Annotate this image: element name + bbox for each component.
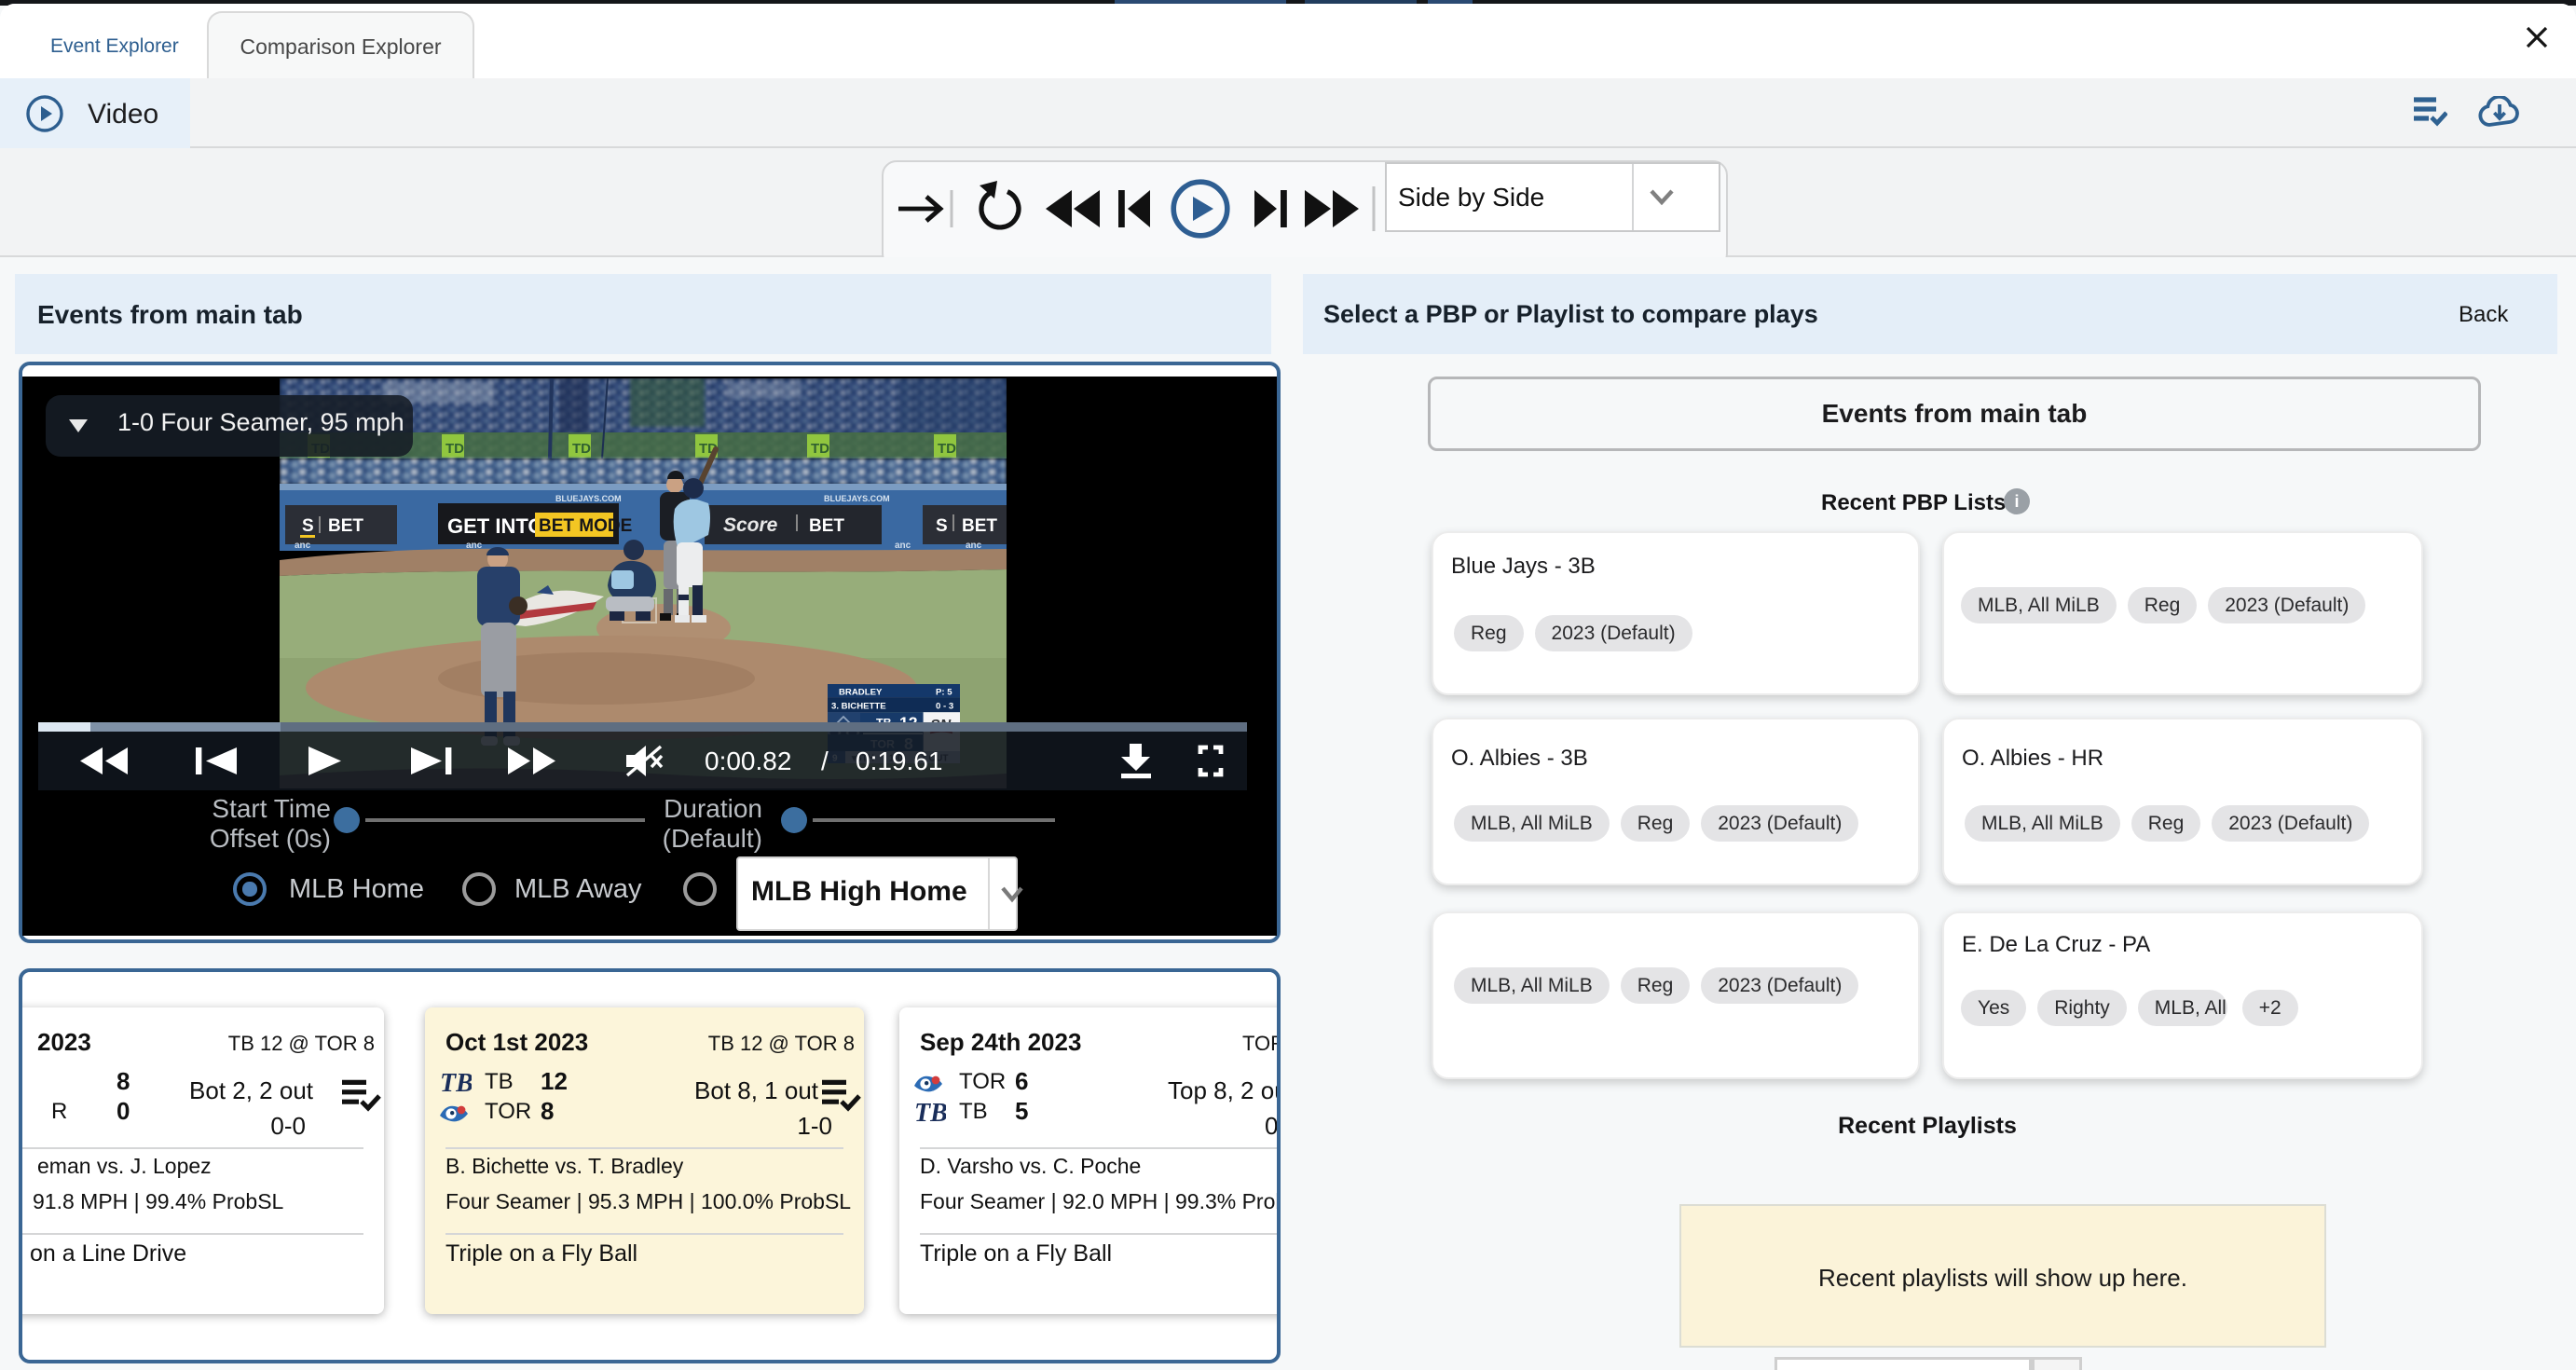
svg-text:/: / bbox=[821, 747, 829, 775]
svg-text:S: S bbox=[936, 516, 948, 536]
svg-text:anc: anc bbox=[895, 541, 911, 551]
svg-text:TD: TD bbox=[811, 441, 829, 457]
svg-text:TD: TD bbox=[938, 441, 956, 457]
svg-text:TD: TD bbox=[445, 441, 464, 457]
svg-text:BET: BET bbox=[809, 516, 844, 536]
svg-text:P: 5: P: 5 bbox=[936, 687, 952, 697]
svg-text:GET INTO: GET INTO bbox=[447, 514, 544, 538]
svg-text:0:19.61: 0:19.61 bbox=[856, 747, 942, 775]
svg-text:BRADLEY: BRADLEY bbox=[839, 687, 883, 697]
svg-text:S: S bbox=[302, 516, 314, 536]
svg-text:TD: TD bbox=[572, 441, 591, 457]
svg-text:BET: BET bbox=[962, 516, 997, 536]
svg-text:3. BICHETTE: 3. BICHETTE bbox=[831, 702, 886, 712]
svg-text:TB: TB bbox=[914, 1099, 946, 1127]
svg-text:Score: Score bbox=[723, 514, 778, 536]
svg-text:0:00.82: 0:00.82 bbox=[705, 747, 791, 775]
svg-text:BET: BET bbox=[328, 516, 363, 536]
svg-text:BLUEJAYS.COM: BLUEJAYS.COM bbox=[824, 494, 890, 503]
svg-text:0 - 3: 0 - 3 bbox=[936, 702, 953, 712]
svg-text:BET MODE: BET MODE bbox=[539, 516, 632, 536]
svg-text:anc: anc bbox=[295, 541, 311, 551]
svg-text:BLUEJAYS.COM: BLUEJAYS.COM bbox=[555, 494, 622, 503]
svg-text:TB: TB bbox=[440, 1069, 472, 1097]
